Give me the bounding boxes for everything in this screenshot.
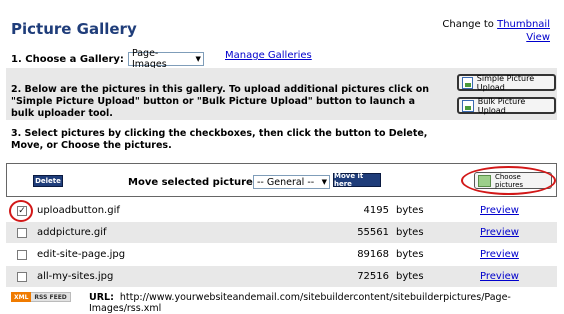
file-size: 55561 xyxy=(357,227,389,238)
file-name: uploadbutton.gif xyxy=(37,205,120,216)
row-checkbox[interactable] xyxy=(17,249,27,260)
manage-galleries-link[interactable]: Manage Galleries xyxy=(225,50,312,61)
thumbnail-view-link[interactable]: Thumbnail View xyxy=(497,19,550,43)
preview-link[interactable]: Preview xyxy=(480,227,519,238)
table-row: addpicture.gif 55561 bytes Preview xyxy=(6,222,557,243)
table-row: edit-site-page.jpg 89168 bytes Preview xyxy=(6,244,557,265)
rss-url-value: http://www.yourwebsiteandemail.com/siteb… xyxy=(89,292,511,314)
rss-feed-label: RSS FEED xyxy=(31,292,71,302)
page-title: Picture Gallery xyxy=(11,20,137,38)
rss-url-line: URL: http://www.yourwebsiteandemail.com/s… xyxy=(89,292,564,314)
file-size: 4195 xyxy=(363,205,389,216)
gallery-select[interactable]: Page-Images ▼ xyxy=(127,48,204,70)
file-size-unit: bytes xyxy=(396,205,424,216)
chevron-down-icon: ▼ xyxy=(321,178,327,186)
chevron-down-icon: ▼ xyxy=(195,55,201,63)
file-name: all-my-sites.jpg xyxy=(37,271,114,282)
bulk-upload-label: Bulk Picture Upload xyxy=(477,96,526,115)
row-checkbox[interactable] xyxy=(17,271,27,282)
bulk-upload-button[interactable]: Bulk Picture Upload xyxy=(457,96,556,115)
choose-gallery-label: 1. Choose a Gallery: xyxy=(11,53,124,65)
file-size-unit: bytes xyxy=(396,271,424,282)
simple-upload-label: Simple Picture Upload xyxy=(476,73,535,92)
view-switch: Change to Thumbnail View xyxy=(440,18,550,44)
preview-link[interactable]: Preview xyxy=(480,271,519,282)
upload-icon xyxy=(462,99,474,112)
upload-icon xyxy=(462,76,473,89)
simple-upload-button[interactable]: Simple Picture Upload xyxy=(457,73,556,92)
move-select-value: -- General -- xyxy=(257,176,315,188)
change-to-text: Change to xyxy=(442,19,494,30)
row-checkbox[interactable] xyxy=(17,227,27,238)
file-size: 72516 xyxy=(357,271,389,282)
choose-gallery-row: 1. Choose a Gallery: Page-Images ▼ xyxy=(11,48,204,70)
rss-xml-label: XML xyxy=(11,292,32,302)
file-name: addpicture.gif xyxy=(37,227,107,238)
choose-pictures-button[interactable]: Choose pictures xyxy=(474,172,552,189)
rss-feed-badge[interactable]: XML RSS FEED xyxy=(11,292,71,302)
file-size-unit: bytes xyxy=(396,227,424,238)
choose-pictures-label: Choose pictures xyxy=(494,172,524,189)
file-size-unit: bytes xyxy=(396,249,424,260)
move-it-here-button[interactable]: Move it here xyxy=(333,172,381,188)
select-instructions-text: 3. Select pictures by clicking the check… xyxy=(11,128,428,151)
row-checkbox[interactable]: ✓ xyxy=(17,205,27,216)
gallery-select-value: Page-Images xyxy=(131,48,167,70)
pictures-icon xyxy=(478,174,491,187)
file-size: 89168 xyxy=(357,249,389,260)
table-row: ✓ uploadbutton.gif 4195 bytes Preview xyxy=(6,200,557,221)
upload-instructions-text: 2. Below are the pictures in this galler… xyxy=(11,84,430,119)
preview-link[interactable]: Preview xyxy=(480,249,519,260)
move-target-select[interactable]: -- General -- ▼ xyxy=(253,175,330,189)
action-bar: Delete Move selected pictures to: -- Gen… xyxy=(6,163,557,197)
upload-instructions-panel: 2. Below are the pictures in this galler… xyxy=(6,68,557,120)
preview-link[interactable]: Preview xyxy=(480,205,519,216)
table-row: all-my-sites.jpg 72516 bytes Preview xyxy=(6,266,557,287)
file-name: edit-site-page.jpg xyxy=(37,249,126,260)
url-label: URL: xyxy=(89,292,114,303)
delete-button[interactable]: Delete xyxy=(33,175,63,187)
